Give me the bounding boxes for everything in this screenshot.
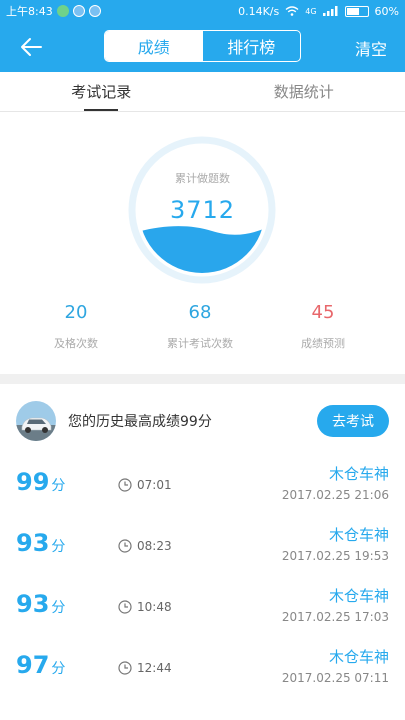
segmented-control: 成绩 排行榜: [104, 30, 301, 62]
signal-icon: [322, 6, 338, 16]
go-exam-button[interactable]: 去考试: [317, 405, 389, 437]
score-unit: 分: [51, 661, 66, 677]
best-score-text: 您的历史最高成绩99分: [68, 414, 212, 430]
score-value: 99: [16, 468, 50, 496]
record-score: 97 分: [16, 651, 65, 679]
record-title: 木仓车神: [328, 465, 389, 483]
record-score: 93 分: [16, 590, 65, 618]
record-score: 93 分: [16, 529, 65, 557]
record-date: 2017.02.25 07:11: [281, 671, 389, 685]
score-value: 97: [16, 651, 50, 679]
avatar: [16, 401, 56, 441]
record-duration: 07:01: [137, 478, 172, 492]
status-time: 上午8:43: [6, 5, 53, 18]
stat-exam-count: 68 累计考试次数: [140, 302, 260, 351]
clock-icon: [118, 661, 132, 675]
network-type: 4G: [305, 6, 317, 16]
record-duration: 10:48: [137, 600, 172, 614]
wifi-icon: [285, 6, 299, 16]
tab-data-stats[interactable]: 数据统计: [203, 72, 405, 111]
clear-button[interactable]: 清空: [355, 36, 387, 60]
score-unit: 分: [51, 478, 66, 494]
total-questions-value: 3712: [169, 196, 236, 224]
stat-label: 成绩预测: [301, 337, 345, 350]
score-unit: 分: [51, 600, 66, 616]
app-notification-icon: [72, 5, 85, 17]
shield-icon: [56, 5, 69, 17]
record-title: 木仓车神: [328, 587, 389, 605]
list-item[interactable]: 93 分 10:48 木仓车神 2017.02.25 17:03: [0, 580, 405, 640]
list-item[interactable]: 99 分 07:01 木仓车神 2017.02.25 21:06: [0, 458, 405, 518]
record-date: 2017.02.25 17:03: [281, 610, 389, 624]
stat-pass-count: 20 及格次数: [16, 302, 136, 351]
segment-scores[interactable]: 成绩: [105, 31, 203, 61]
tab-exam-records[interactable]: 考试记录: [0, 72, 203, 111]
back-button[interactable]: [14, 32, 48, 62]
app-notification-icon: [88, 5, 101, 17]
section-divider: [0, 374, 405, 384]
summary-panel: 累计做题数 3712 20 及格次数 68 累计考试次数 45 成绩预测: [0, 112, 405, 374]
record-duration: 12:44: [137, 661, 172, 675]
list-item[interactable]: 97 分 12:44 木仓车神 2017.02.25 07:11: [0, 641, 405, 701]
record-date: 2017.02.25 19:53: [281, 549, 389, 563]
record-duration: 08:23: [137, 539, 172, 553]
record-title: 木仓车神: [328, 526, 389, 544]
stat-label: 及格次数: [54, 337, 98, 350]
list-item[interactable]: 93 分 08:23 木仓车神 2017.02.25 19:53: [0, 519, 405, 579]
app-header: 成绩 排行榜 清空: [0, 22, 405, 72]
clock-icon: [118, 539, 132, 553]
car-avatar-icon: [16, 401, 56, 441]
stat-value: 68: [188, 302, 212, 323]
record-score: 99 分: [16, 468, 65, 496]
battery-level: [346, 7, 359, 15]
score-value: 93: [16, 529, 50, 557]
record-date: 2017.02.25 21:06: [281, 488, 389, 502]
record-title: 木仓车神: [328, 648, 389, 666]
score-unit: 分: [51, 539, 66, 555]
segment-ranking[interactable]: 排行榜: [203, 31, 301, 61]
stat-value: 45: [311, 302, 335, 323]
back-arrow-icon: [21, 38, 42, 56]
status-bar: 上午8:43 0.14K/s 4G 60%: [0, 0, 405, 22]
total-questions-label: 累计做题数: [175, 172, 230, 185]
network-speed: 0.14K/s: [238, 4, 280, 18]
score-value: 93: [16, 590, 50, 618]
battery-percent: 60%: [374, 4, 399, 18]
best-score-row: 您的历史最高成绩99分 去考试: [0, 384, 405, 458]
clock-icon: [118, 478, 132, 492]
stat-score-prediction: 45 成绩预测: [263, 302, 383, 351]
clock-icon: [118, 600, 132, 614]
stat-label: 累计考试次数: [167, 337, 233, 350]
stat-value: 20: [64, 302, 88, 323]
tab-bar: 考试记录 数据统计: [0, 72, 405, 112]
battery-icon: [344, 5, 369, 17]
